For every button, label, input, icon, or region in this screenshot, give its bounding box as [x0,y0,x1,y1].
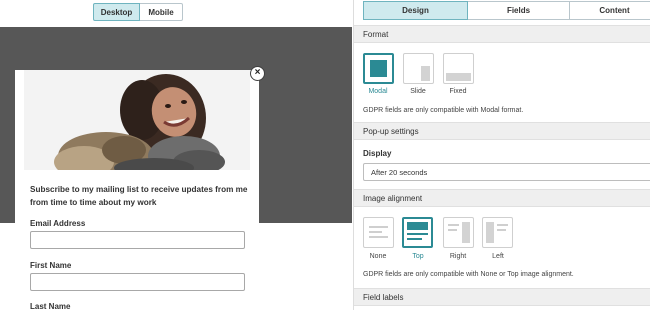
image-alignment-section-header: Image alignment [354,189,650,207]
alignment-note: GDPR fields are only compatible with Non… [363,271,574,278]
slide-format-icon [421,66,430,81]
popup-settings-section-header: Pop-up settings [354,122,650,140]
tab-fields[interactable]: Fields [468,1,570,20]
display-label: Display [363,149,392,158]
display-select[interactable]: After 20 seconds [363,163,650,181]
mobile-button[interactable]: Mobile [140,3,183,21]
format-option-modal[interactable] [363,53,394,84]
alignment-option-right-label: Right [449,253,467,260]
tab-content[interactable]: Content [570,1,650,20]
settings-pane: Design Fields Content Format Modal Slide… [353,0,650,310]
alignment-right-icon [448,222,470,243]
format-option-slide[interactable] [403,53,434,84]
format-section-header: Format [354,25,650,43]
alignment-option-right[interactable] [443,217,474,248]
popup-close-button[interactable]: × [250,66,265,81]
device-toggle: Desktop Mobile [93,3,183,21]
alignment-option-top-label: Top [412,253,424,260]
first-name-label: First Name [30,261,72,270]
alignment-option-left[interactable] [482,217,513,248]
popup-modal: Subscribe to my mailing list to receive … [15,70,259,310]
email-label: Email Address [30,219,86,228]
format-option-slide-label: Slide [410,88,426,95]
alignment-top-icon [407,222,428,240]
alignment-none-icon [369,226,388,238]
alignment-option-left-label: Left [492,253,504,260]
popup-header-image [24,70,250,170]
format-option-fixed[interactable] [443,53,474,84]
portrait-photo [24,70,250,170]
field-labels-section-header: Field labels [354,288,650,306]
alignment-option-top[interactable] [402,217,433,248]
settings-tabs: Design Fields Content [363,1,650,20]
email-input[interactable] [30,231,245,249]
alignment-option-none[interactable] [363,217,394,248]
alignment-left-icon [486,222,508,243]
popup-headline: Subscribe to my mailing list to receive … [30,185,248,207]
format-option-modal-label: Modal [368,88,388,95]
first-name-input[interactable] [30,273,245,291]
desktop-button[interactable]: Desktop [93,3,140,21]
tab-design[interactable]: Design [363,1,468,20]
modal-format-icon [370,60,387,77]
preview-pane: Desktop Mobile Subscribe to my mailing l… [0,0,352,310]
format-option-fixed-label: Fixed [449,88,467,95]
alignment-option-none-label: None [369,253,387,260]
last-name-label: Last Name [30,302,71,310]
format-note: GDPR fields are only compatible with Mod… [363,107,524,114]
fixed-format-icon [446,73,471,81]
